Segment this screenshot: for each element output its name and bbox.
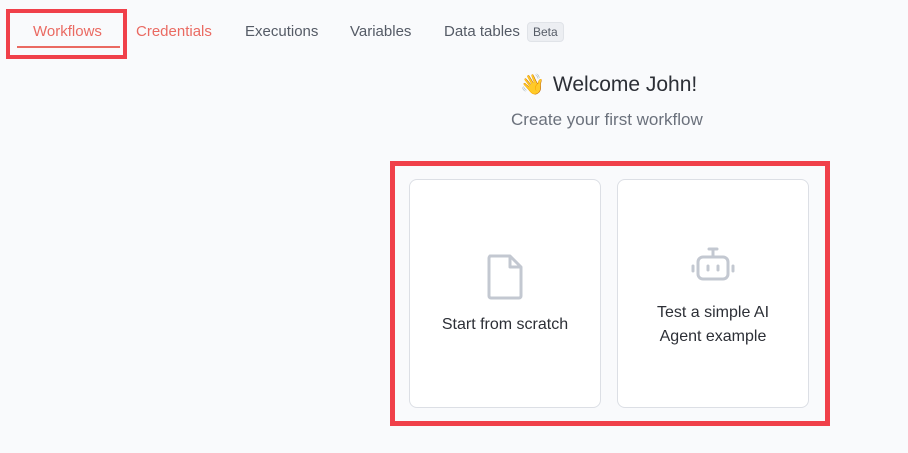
tab-credentials[interactable]: Credentials (136, 23, 212, 40)
workflows-tab-highlight (6, 9, 127, 59)
beta-badge: Beta (527, 22, 564, 42)
main-tabs: Workflows Credentials Executions Variabl… (0, 0, 908, 64)
welcome-heading: 👋 Welcome John! (520, 72, 697, 97)
tab-executions[interactable]: Executions (245, 23, 318, 40)
cards-highlight (390, 161, 830, 426)
welcome-subtitle: Create your first workflow (511, 110, 703, 129)
waving-hand-icon: 👋 (520, 74, 545, 96)
welcome-title: Welcome John! (552, 73, 698, 96)
tab-data-tables[interactable]: Data tables (444, 23, 520, 40)
tab-variables[interactable]: Variables (350, 23, 411, 40)
